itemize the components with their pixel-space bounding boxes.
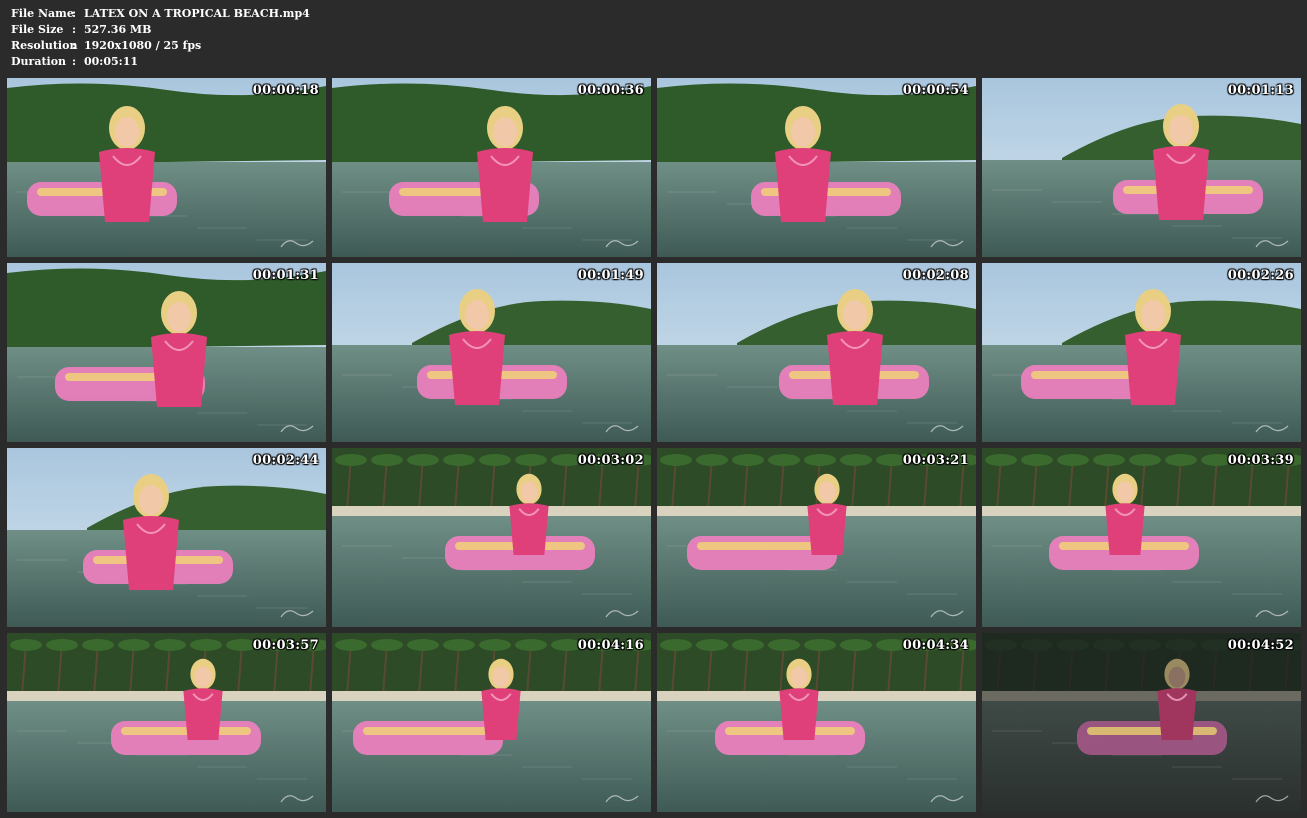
thumbnail-timestamp: 00:00:18	[252, 83, 319, 98]
thumbnail-timestamp: 00:00:36	[577, 83, 644, 98]
watermark-logo-icon	[1255, 610, 1289, 618]
watermark-logo-icon	[605, 795, 639, 803]
resolution-sep: :	[72, 39, 77, 52]
video-thumbnail[interactable]: 00:04:52	[982, 633, 1301, 812]
file-name-row: File Name : LATEX ON A TROPICAL BEACH.mp…	[11, 6, 310, 22]
file-info: File Name : LATEX ON A TROPICAL BEACH.mp…	[11, 6, 310, 70]
watermark-logo-icon	[605, 240, 639, 248]
resolution-value: 1920x1080 / 25 fps	[84, 39, 202, 52]
thumbnail-timestamp: 00:02:44	[252, 453, 319, 468]
duration-sep: :	[72, 55, 77, 68]
watermark-logo-icon	[280, 240, 314, 248]
thumbnail-timestamp: 00:03:02	[577, 453, 644, 468]
watermark-logo-icon	[280, 610, 314, 618]
watermark-logo-icon	[1255, 240, 1289, 248]
duration-row: Duration : 00:05:11	[11, 54, 310, 70]
thumbnail-timestamp: 00:02:26	[1227, 268, 1294, 283]
video-thumbnail[interactable]: 00:03:02	[332, 448, 651, 627]
thumbnail-scene-image	[982, 448, 1301, 627]
thumbnail-timestamp: 00:03:57	[252, 638, 319, 653]
watermark-logo-icon	[1255, 425, 1289, 433]
video-thumbnail[interactable]: 00:01:31	[7, 263, 326, 442]
file-size-row: File Size : 527.36 MB	[11, 22, 310, 38]
thumbnail-timestamp: 00:04:34	[902, 638, 969, 653]
thumbnail-timestamp: 00:02:08	[902, 268, 969, 283]
video-thumbnail[interactable]: 00:03:39	[982, 448, 1301, 627]
thumbnail-scene-image	[7, 448, 326, 627]
thumbnail-scene-image	[657, 448, 976, 627]
video-thumbnail[interactable]: 00:02:44	[7, 448, 326, 627]
video-thumbnail[interactable]: 00:03:21	[657, 448, 976, 627]
video-thumbnail[interactable]: 00:04:34	[657, 633, 976, 812]
video-thumbnail[interactable]: 00:02:26	[982, 263, 1301, 442]
file-size-value: 527.36 MB	[84, 23, 152, 36]
video-thumbnail[interactable]: 00:00:36	[332, 78, 651, 257]
thumbnail-timestamp: 00:01:13	[1227, 83, 1294, 98]
duration-value: 00:05:11	[84, 55, 139, 68]
watermark-logo-icon	[605, 425, 639, 433]
thumbnail-timestamp: 00:04:16	[577, 638, 644, 653]
thumbnail-scene-image	[657, 633, 976, 812]
file-name-sep: :	[72, 7, 77, 20]
thumbnail-scene-image	[332, 263, 651, 442]
file-name-value: LATEX ON A TROPICAL BEACH.mp4	[84, 7, 310, 20]
watermark-logo-icon	[930, 795, 964, 803]
thumbnail-scene-image	[7, 263, 326, 442]
thumbnail-scene-image	[982, 633, 1301, 812]
thumbnail-scene-image	[332, 633, 651, 812]
video-thumbnail[interactable]: 00:03:57	[7, 633, 326, 812]
thumbnail-timestamp: 00:01:31	[252, 268, 319, 283]
duration-key: Duration	[11, 55, 67, 68]
thumbnail-scene-image	[7, 633, 326, 812]
video-thumbnail[interactable]: 00:02:08	[657, 263, 976, 442]
video-thumbnail[interactable]: 00:00:18	[7, 78, 326, 257]
watermark-logo-icon	[930, 425, 964, 433]
thumbnail-timestamp: 00:00:54	[902, 83, 969, 98]
thumbnail-timestamp: 00:01:49	[577, 268, 644, 283]
thumbnail-scene-image	[7, 78, 326, 257]
thumbnail-grid: 00:00:18 00:00:36 00:00:54 00:01:13 00:01:31…	[7, 78, 1301, 812]
thumbnail-scene-image	[657, 263, 976, 442]
watermark-logo-icon	[930, 610, 964, 618]
watermark-logo-icon	[605, 610, 639, 618]
watermark-logo-icon	[930, 240, 964, 248]
watermark-logo-icon	[280, 795, 314, 803]
thumbnail-timestamp: 00:03:39	[1227, 453, 1294, 468]
video-thumbnail[interactable]: 00:01:49	[332, 263, 651, 442]
video-thumbnail[interactable]: 00:01:13	[982, 78, 1301, 257]
file-size-sep: :	[72, 23, 77, 36]
thumbnail-scene-image	[657, 78, 976, 257]
resolution-row: Resolution : 1920x1080 / 25 fps	[11, 38, 310, 54]
resolution-key: Resolution	[11, 39, 78, 52]
thumbnail-timestamp: 00:03:21	[902, 453, 969, 468]
thumbnail-scene-image	[332, 448, 651, 627]
video-thumbnail[interactable]: 00:04:16	[332, 633, 651, 812]
watermark-logo-icon	[1255, 795, 1289, 803]
video-thumbnail[interactable]: 00:00:54	[657, 78, 976, 257]
thumbnail-scene-image	[982, 263, 1301, 442]
file-name-key: File Name	[11, 7, 74, 20]
thumbnail-scene-image	[332, 78, 651, 257]
file-size-key: File Size	[11, 23, 64, 36]
watermark-logo-icon	[280, 425, 314, 433]
thumbnail-scene-image	[982, 78, 1301, 257]
thumbnail-timestamp: 00:04:52	[1227, 638, 1294, 653]
